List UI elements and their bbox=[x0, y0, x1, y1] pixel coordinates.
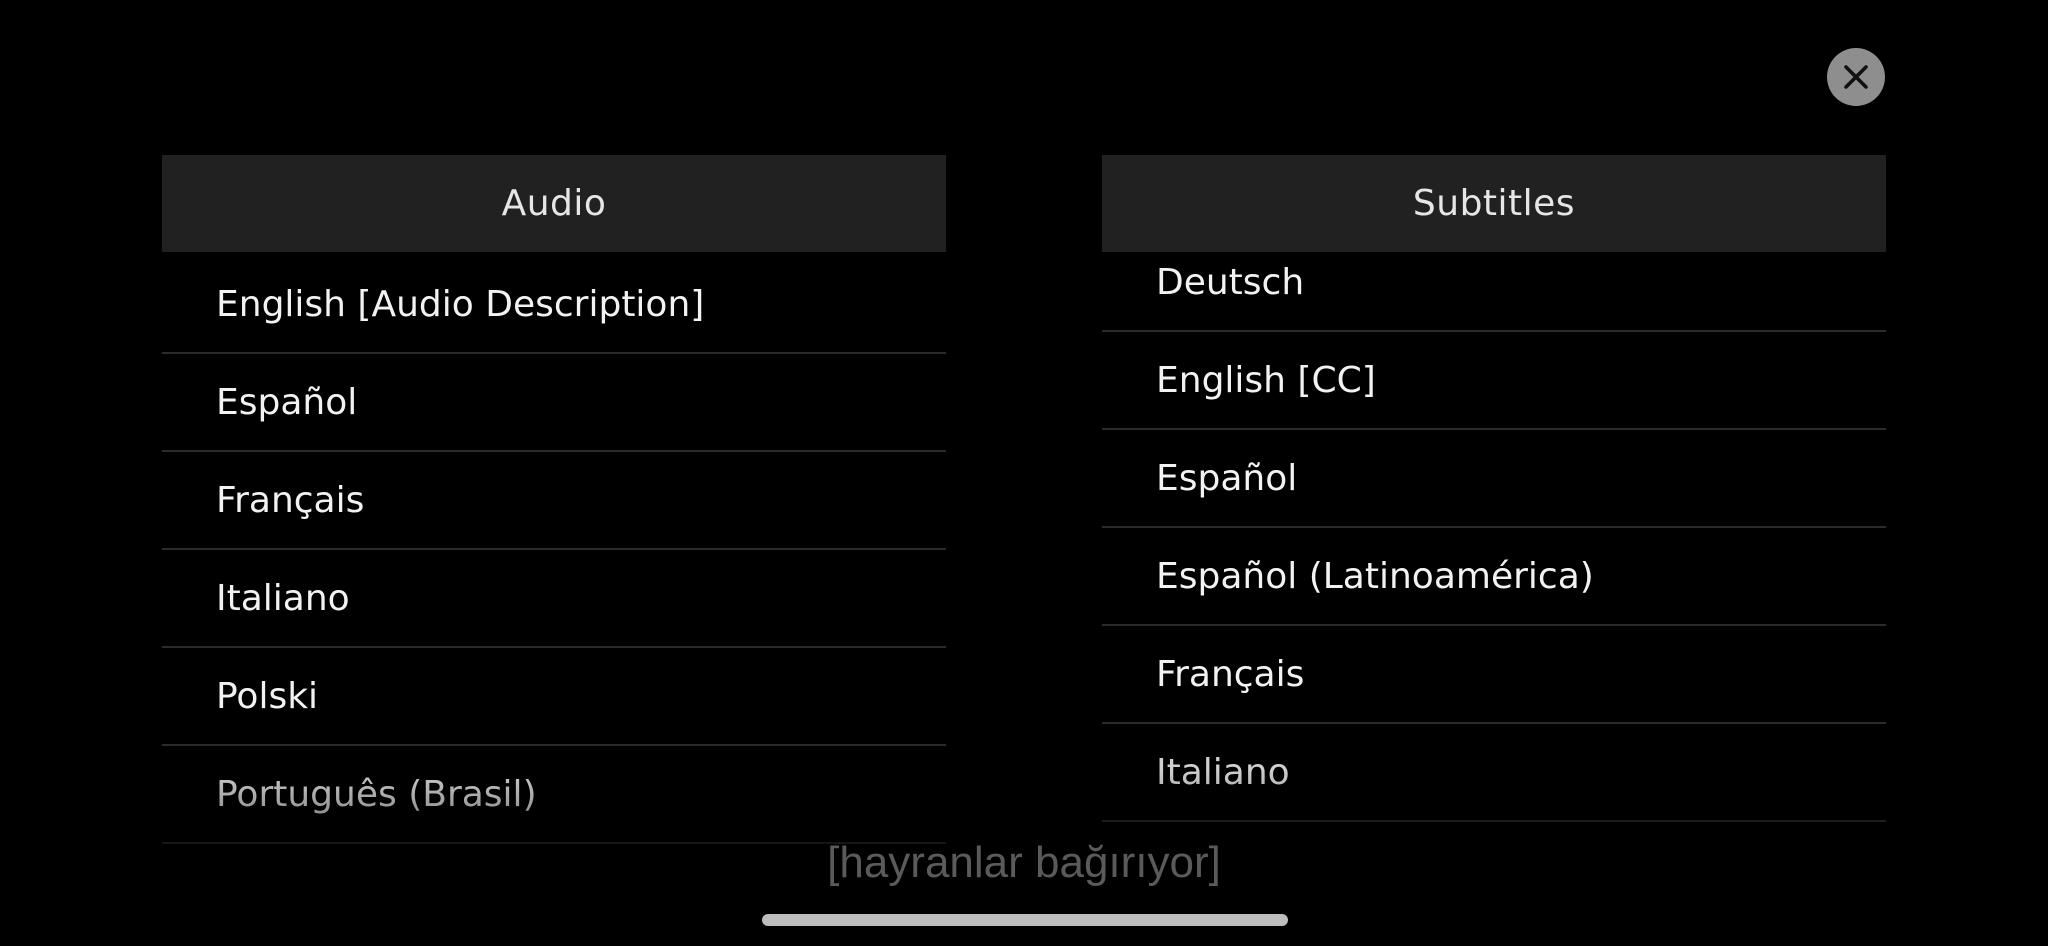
audio-option[interactable]: English [Audio Description] bbox=[162, 256, 946, 354]
audio-panel: Audio English [Audio Description] Españo… bbox=[162, 155, 946, 844]
audio-list: English [Audio Description] Español Fran… bbox=[162, 252, 946, 844]
media-options-screen: Audio English [Audio Description] Españo… bbox=[0, 0, 2048, 946]
audio-option[interactable]: Español bbox=[162, 354, 946, 452]
close-button[interactable] bbox=[1827, 48, 1885, 106]
subtitle-caption: [hayranlar bağırıyor] bbox=[827, 838, 1221, 887]
subtitle-option[interactable]: Español bbox=[1102, 430, 1886, 528]
audio-option[interactable]: Italiano bbox=[162, 550, 946, 648]
subtitles-panel: Subtitles Deutsch English [CC] Español E… bbox=[1102, 155, 1886, 822]
audio-option[interactable]: Português (Brasil) bbox=[162, 746, 946, 844]
audio-header: Audio bbox=[162, 155, 946, 252]
subtitles-list: Deutsch English [CC] Español Español (La… bbox=[1102, 234, 1886, 822]
subtitle-option[interactable]: Español (Latinoamérica) bbox=[1102, 528, 1886, 626]
subtitle-option[interactable]: Français bbox=[1102, 626, 1886, 724]
subtitle-option[interactable]: English [CC] bbox=[1102, 332, 1886, 430]
audio-option[interactable]: Français bbox=[162, 452, 946, 550]
subtitle-option[interactable]: Deutsch bbox=[1102, 234, 1886, 332]
audio-option[interactable]: Polski bbox=[162, 648, 946, 746]
subtitle-option[interactable]: Italiano bbox=[1102, 724, 1886, 822]
close-icon bbox=[1844, 65, 1868, 89]
home-indicator[interactable] bbox=[762, 914, 1288, 926]
